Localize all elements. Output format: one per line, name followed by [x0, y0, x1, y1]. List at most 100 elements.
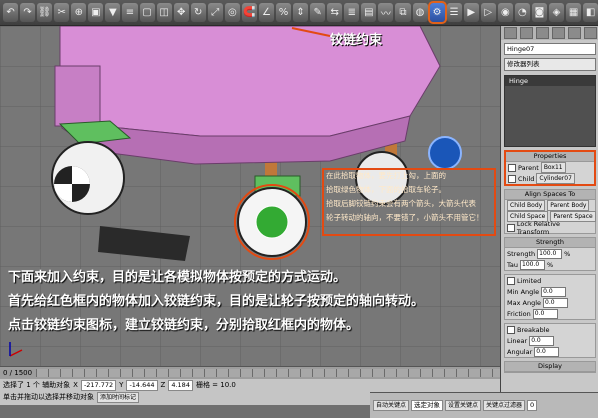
parent-body-button[interactable]: Parent Body	[547, 200, 590, 211]
pivot-icon[interactable]: ◎	[224, 3, 240, 22]
friction-spinner[interactable]: 0.0	[532, 308, 558, 319]
schematic-icon[interactable]: ⧉	[395, 3, 411, 22]
motion-tab-icon[interactable]	[552, 27, 565, 39]
lock-relative-checkbox[interactable]	[507, 223, 515, 232]
hinge-pivot-icon[interactable]	[428, 136, 462, 170]
max-icon[interactable]: ◧	[583, 3, 598, 22]
render-icon[interactable]: ▶	[463, 3, 479, 22]
modify-tab-icon[interactable]	[520, 27, 533, 39]
max-angle-label: Max Angle	[507, 298, 542, 307]
percent-label: %	[564, 249, 571, 258]
scale-icon[interactable]: ⤢	[207, 3, 223, 22]
select-name-icon[interactable]: ≡	[122, 3, 138, 22]
angle-snap-icon[interactable]: ∠	[258, 3, 274, 22]
stack-item-hinge[interactable]: Hinge	[505, 76, 595, 86]
key-filter-button[interactable]: 关键点过滤器	[483, 400, 526, 411]
command-panel: Hinge07 修改器列表 Hinge Properties Parent Box…	[500, 26, 598, 404]
parent-pick-button[interactable]: Box11	[540, 162, 566, 173]
lock-relative-label: Lock Relative Transform	[516, 219, 560, 236]
child-checkbox[interactable]	[508, 174, 516, 183]
linear-spinner[interactable]: 0.0	[529, 335, 555, 346]
max-angle-spinner[interactable]: 0.0	[543, 297, 569, 308]
animation-controls: 自动关键点 选定对象 设置关键点 关键点过滤器 0	[370, 392, 598, 418]
modifier-stack[interactable]: Hinge	[504, 75, 596, 147]
align-icon[interactable]: ≣	[344, 3, 360, 22]
hierarchy-tab-icon[interactable]	[536, 27, 549, 39]
linear-label: Linear	[507, 336, 528, 345]
hinge-constraint-icon[interactable]: ⚙	[427, 1, 447, 24]
timeline[interactable]: 0 / 1500	[0, 367, 500, 379]
rect-select-icon[interactable]: ▢	[139, 3, 155, 22]
move-icon[interactable]: ✥	[173, 3, 189, 22]
create-tab-icon[interactable]	[504, 27, 517, 39]
breakable-rollout: Breakable Linear 0.0 Angular 0.0	[504, 323, 596, 358]
link-icon[interactable]: ⛓	[37, 3, 53, 22]
add-time-tag-button[interactable]: 添加时间标记	[97, 391, 140, 403]
filter-icon[interactable]: ▼	[105, 3, 121, 22]
display-rollout: Display	[504, 361, 596, 373]
perspective-viewport[interactable]: 在此拾取物体，要先打上勾，上面的 拾取绿色物体，下面的拾取车轮子。 拾取后脚铰链…	[0, 26, 500, 366]
parent-checkbox[interactable]	[508, 163, 516, 172]
set-key-button[interactable]: 设置关键点	[445, 400, 482, 411]
percent-snap-icon[interactable]: %	[276, 3, 292, 22]
named-sel-icon[interactable]: ✎	[310, 3, 326, 22]
display-tab-icon[interactable]	[568, 27, 581, 39]
tau-label: Tau	[507, 260, 518, 269]
teapot-icon[interactable]: ◉	[497, 3, 513, 22]
frame-field[interactable]: 0	[527, 400, 538, 411]
object-name-field[interactable]: Hinge07	[504, 43, 596, 55]
annotation-line-3: 拾取后脚铰链约束会有两个箭头，大箭头代表	[326, 199, 476, 208]
breakable-checkbox[interactable]	[507, 325, 515, 334]
layer-icon[interactable]: ▤	[361, 3, 377, 22]
curve-icon[interactable]: 〰	[378, 3, 394, 22]
y-coordinate-field[interactable]: -14.644	[126, 379, 158, 391]
annotation-line-2: 拾取绿色物体，下面的拾取车轮子。	[326, 185, 446, 194]
caption-line-2: 首先给红色框内的物体加入铰链约束，目的是让轮子按预定的轴向转动。	[8, 294, 425, 309]
x-coordinate-field[interactable]: -217.772	[80, 379, 117, 391]
annotation-line-1: 在此拾取物体，要先打上勾，上面的	[326, 171, 446, 180]
modifier-list-dropdown[interactable]: 修改器列表	[504, 58, 596, 71]
strength-spinner[interactable]: 100.0	[537, 248, 563, 259]
angular-spinner[interactable]: 0.0	[534, 346, 560, 357]
child-pick-button[interactable]: Cylinder07	[536, 173, 575, 184]
render-setup-icon[interactable]: ☰	[446, 3, 462, 22]
limited-checkbox[interactable]	[507, 276, 515, 285]
env-icon[interactable]: ◈	[549, 3, 565, 22]
parent-label: Parent	[518, 163, 539, 172]
z-coordinate-field[interactable]: 4.184	[168, 379, 193, 391]
child-body-button[interactable]: Child Body	[507, 200, 546, 211]
min-angle-label: Min Angle	[507, 287, 540, 296]
utilities-tab-icon[interactable]	[584, 27, 597, 39]
material-icon[interactable]: ◍	[412, 3, 428, 22]
undo-icon[interactable]: ↶	[3, 3, 19, 22]
display-title[interactable]: Display	[505, 362, 595, 372]
mirror-icon[interactable]: ⇆	[327, 3, 343, 22]
snap-icon[interactable]: 🧲	[241, 3, 257, 22]
limited-label: Limited	[517, 276, 542, 285]
selected-object-dropdown[interactable]: 选定对象	[411, 400, 444, 411]
z-label: Z	[160, 381, 166, 389]
time-range: 0 / 1500	[3, 369, 33, 377]
redo-icon[interactable]: ↷	[20, 3, 36, 22]
x-label: X	[73, 381, 78, 389]
main-toolbar: ↶ ↷ ⛓ ✂ ⊕ ▣ ▼ ≡ ▢ ◫ ✥ ↻ ⤢ ◎ 🧲 ∠% ⇕ ✎ ⇆ ≣ ▤ 〰 ⧉ ◍ ⚙ ☰ ▶ ▷ ◉ ◔ ◙ ◈ ▦ ◧	[0, 0, 598, 26]
tau-spinner[interactable]: 100.0	[520, 259, 545, 270]
kettle-icon[interactable]: ◔	[514, 3, 530, 22]
viewport-icon[interactable]: ▦	[566, 3, 582, 22]
strength-label: Strength	[507, 249, 536, 258]
auto-key-button[interactable]: 自动关键点	[373, 400, 410, 411]
properties-title[interactable]: Properties	[506, 152, 594, 162]
unlink-icon[interactable]: ✂	[54, 3, 70, 22]
select-icon[interactable]: ▣	[88, 3, 104, 22]
time-ruler[interactable]	[36, 369, 500, 377]
camera-icon[interactable]: ◙	[531, 3, 547, 22]
quick-render-icon[interactable]: ▷	[480, 3, 496, 22]
percent-label: %	[547, 260, 554, 269]
spinner-snap-icon[interactable]: ⇕	[293, 3, 309, 22]
bind-icon[interactable]: ⊕	[71, 3, 87, 22]
y-label: Y	[119, 381, 124, 389]
rotate-icon[interactable]: ↻	[190, 3, 206, 22]
min-angle-spinner[interactable]: 0.0	[541, 286, 567, 297]
front-hub	[255, 205, 289, 239]
window-icon[interactable]: ◫	[156, 3, 172, 22]
